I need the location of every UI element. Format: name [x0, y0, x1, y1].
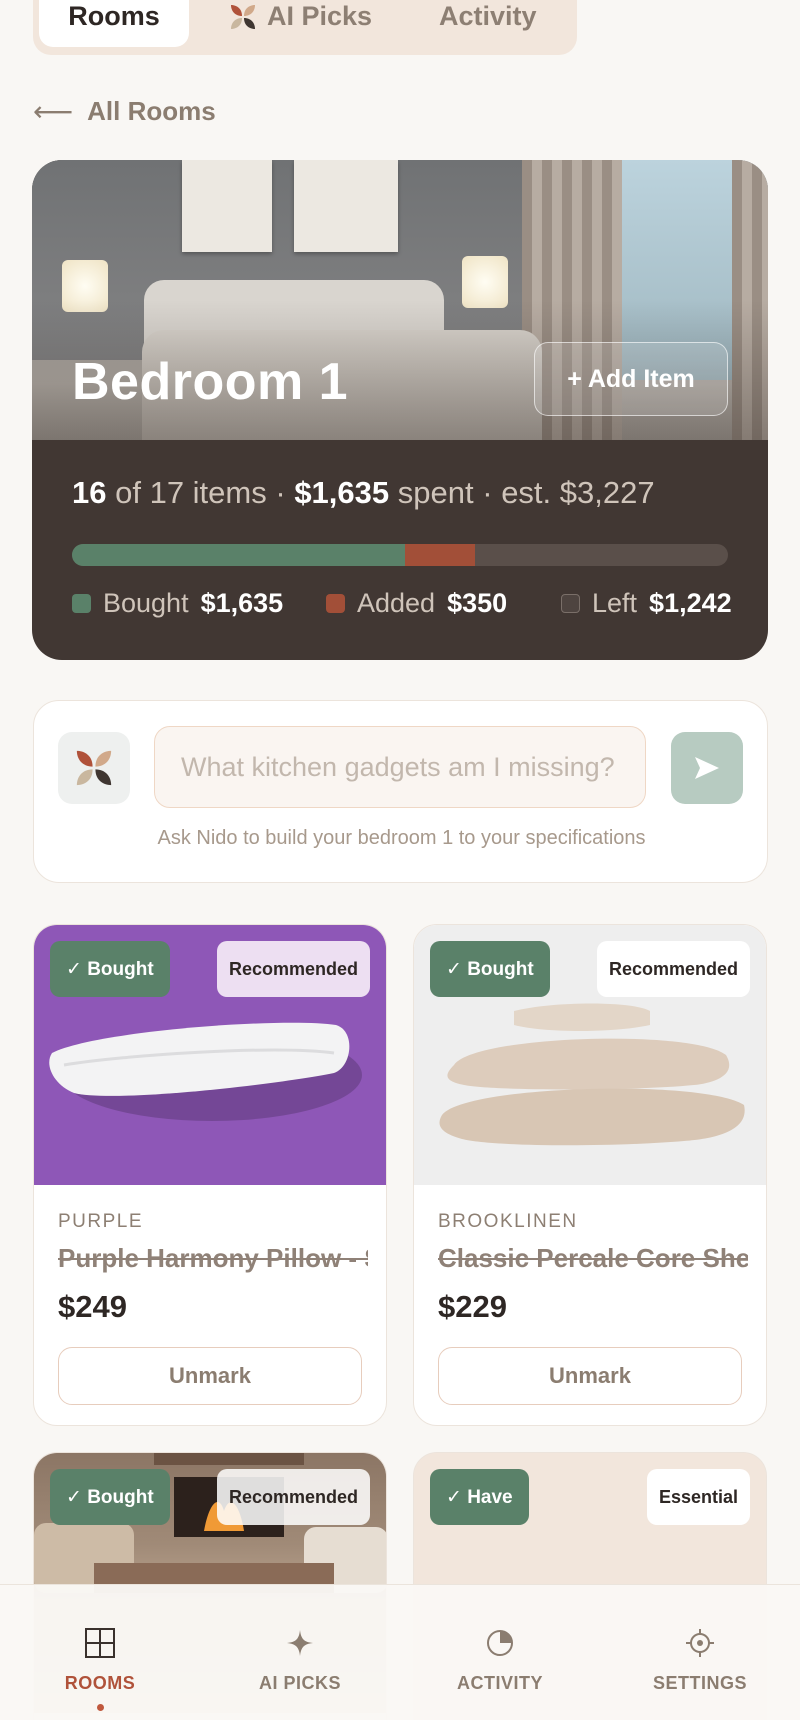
- pie-icon: [485, 1625, 515, 1661]
- legend-swatch: [72, 594, 91, 613]
- items-bought-count: 16: [72, 475, 107, 510]
- nav-label: AI PICKS: [258, 1673, 341, 1693]
- sparkle-icon: [285, 1625, 315, 1661]
- status-badge: ✓ Have: [430, 1469, 529, 1525]
- spent-text: spent: [397, 475, 474, 510]
- legend-swatch: [561, 594, 580, 613]
- nav-activity[interactable]: ACTIVITY: [400, 1585, 600, 1720]
- legend-value: $350: [447, 588, 508, 618]
- progress-bought-segment: [72, 544, 405, 566]
- spent-amount: $1,635: [294, 475, 390, 510]
- tab-rooms[interactable]: Rooms: [39, 0, 189, 47]
- legend-label: Added: [357, 588, 436, 618]
- legend-value: $1,242: [649, 588, 732, 618]
- nav-label: ROOMS: [64, 1673, 136, 1693]
- ask-input[interactable]: What kitchen gadgets am I missing?: [154, 726, 646, 808]
- tab-ai-picks[interactable]: AI Picks: [229, 0, 372, 47]
- stats-separator: ·: [482, 475, 493, 510]
- items-total-text: of 17 items: [115, 475, 267, 510]
- status-badge: ✓ Bought: [50, 941, 170, 997]
- nido-logo-icon: [231, 4, 255, 29]
- legend-swatch: [326, 594, 345, 613]
- nido-logo-icon: [58, 732, 130, 804]
- product-card[interactable]: ✓ Bought Recommended BROOKLINEN Classic …: [413, 924, 767, 1426]
- legend-added: Added $350: [326, 588, 507, 619]
- ask-nido-panel: What kitchen gadgets am I missing? Ask N…: [33, 700, 768, 883]
- back-link[interactable]: ⟵ All Rooms: [33, 95, 216, 128]
- ask-hint: Ask Nido to build your bedroom 1 to your…: [157, 827, 646, 849]
- bottom-nav: ROOMS AI PICKS ACTIVITY SETTINGS: [0, 1584, 800, 1720]
- back-arrow-icon: ⟵: [33, 96, 74, 127]
- recommended-badge: Recommended: [596, 941, 750, 997]
- add-item-button[interactable]: + Add Item: [534, 342, 728, 416]
- room-hero-image: Bedroom 1 + Add Item: [32, 160, 768, 440]
- nav-label: ACTIVITY: [456, 1673, 543, 1693]
- grid-icon: [84, 1625, 116, 1661]
- send-button[interactable]: [671, 732, 743, 804]
- product-price: $229: [438, 1289, 507, 1324]
- tab-activity[interactable]: Activity: [439, 0, 537, 47]
- legend-bought: Bought $1,635: [72, 588, 283, 619]
- legend-value: $1,635: [200, 588, 284, 618]
- nav-label: SETTINGS: [652, 1673, 747, 1693]
- status-badge: ✓ Bought: [50, 1469, 170, 1525]
- send-icon: [695, 757, 719, 779]
- estimate-text: est. $3,227: [501, 475, 655, 510]
- legend-label: Bought: [103, 588, 189, 618]
- room-title: Bedroom 1: [72, 353, 349, 411]
- budget-progress-bar: [72, 544, 728, 566]
- tab-rooms-label: Rooms: [68, 1, 160, 31]
- back-label: All Rooms: [87, 96, 216, 126]
- product-price: $249: [58, 1289, 127, 1324]
- product-name: Classic Percale Core Sheet Set: [438, 1243, 748, 1273]
- status-badge: ✓ Bought: [430, 941, 550, 997]
- room-stats: 16 of 17 items · $1,635 spent · est. $3,…: [72, 475, 655, 511]
- recommended-badge: Recommended: [216, 941, 370, 997]
- product-brand: BROOKLINEN: [438, 1211, 578, 1232]
- nav-ai-picks[interactable]: AI PICKS: [200, 1585, 400, 1720]
- room-summary-card: Bedroom 1 + Add Item 16 of 17 items · $1…: [32, 160, 768, 660]
- unmark-button[interactable]: Unmark: [58, 1347, 362, 1405]
- top-tab-bar: Rooms AI Picks Activity: [33, 0, 577, 55]
- tab-ai-picks-label: AI Picks: [267, 1, 373, 31]
- tab-activity-label: Activity: [439, 1, 537, 31]
- product-name: Purple Harmony Pillow - Standard: [58, 1243, 368, 1273]
- product-brand: PURPLE: [58, 1211, 144, 1232]
- unmark-button[interactable]: Unmark: [438, 1347, 742, 1405]
- legend-left: Left $1,242: [561, 588, 732, 619]
- gear-icon: [685, 1625, 715, 1661]
- progress-added-segment: [404, 544, 476, 566]
- stats-separator: ·: [275, 475, 286, 510]
- nav-rooms[interactable]: ROOMS: [0, 1585, 200, 1720]
- recommended-badge: Recommended: [216, 1469, 370, 1525]
- legend-label: Left: [592, 588, 638, 618]
- product-card[interactable]: ✓ Bought Recommended PURPLE Purple Harmo…: [33, 924, 387, 1426]
- essential-badge: Essential: [646, 1469, 750, 1525]
- active-indicator: [96, 1704, 104, 1711]
- nav-settings[interactable]: SETTINGS: [600, 1585, 800, 1720]
